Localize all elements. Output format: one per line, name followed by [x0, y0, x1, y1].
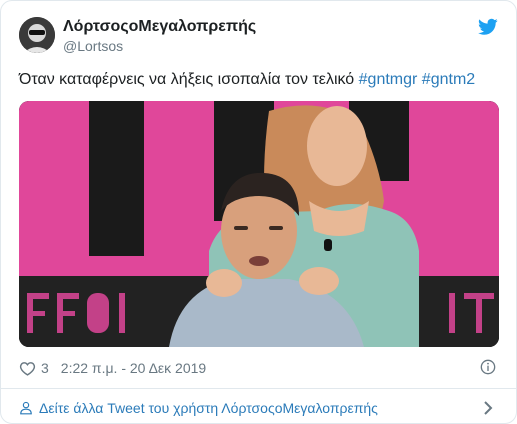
- hashtag-gntmgr[interactable]: #gntmgr: [359, 71, 418, 88]
- author-handle[interactable]: @Lortsos: [63, 38, 123, 54]
- tweet-text: Όταν καταφέρνεις να λήξεις ισοπαλία τον …: [19, 71, 475, 89]
- tweet-timestamp[interactable]: 2:22 π.μ. - 20 Δεκ 2019: [61, 360, 206, 376]
- person-icon: [20, 401, 32, 415]
- tweet-meta: 3 2:22 π.μ. - 20 Δεκ 2019: [19, 357, 206, 379]
- heart-icon[interactable]: [19, 360, 36, 377]
- tweet-body: Όταν καταφέρνεις να λήξεις ισοπαλία τον …: [19, 71, 359, 88]
- divider: [1, 388, 517, 389]
- more-tweets-label[interactable]: Δείτε άλλα Tweet του χρήστη ΛόρτσοςοΜεγα…: [39, 400, 378, 416]
- twitter-bird-icon[interactable]: [478, 18, 498, 36]
- like-count[interactable]: 3: [41, 360, 49, 376]
- author-display-name[interactable]: ΛόρτσοςοΜεγαλοπρεπής: [63, 18, 256, 36]
- info-icon[interactable]: [480, 359, 496, 375]
- more-tweets-link[interactable]: Δείτε άλλα Tweet του χρήστη ΛόρτσοςοΜεγα…: [19, 400, 378, 416]
- avatar[interactable]: [19, 17, 55, 53]
- hashtag-gntm2[interactable]: #gntm2: [422, 71, 475, 88]
- tweet-card: ΛόρτσοςοΜεγαλοπρεπής @Lortsos Όταν καταφ…: [0, 0, 517, 424]
- tweet-media-photo[interactable]: [19, 101, 499, 347]
- chevron-right-icon[interactable]: [482, 399, 494, 417]
